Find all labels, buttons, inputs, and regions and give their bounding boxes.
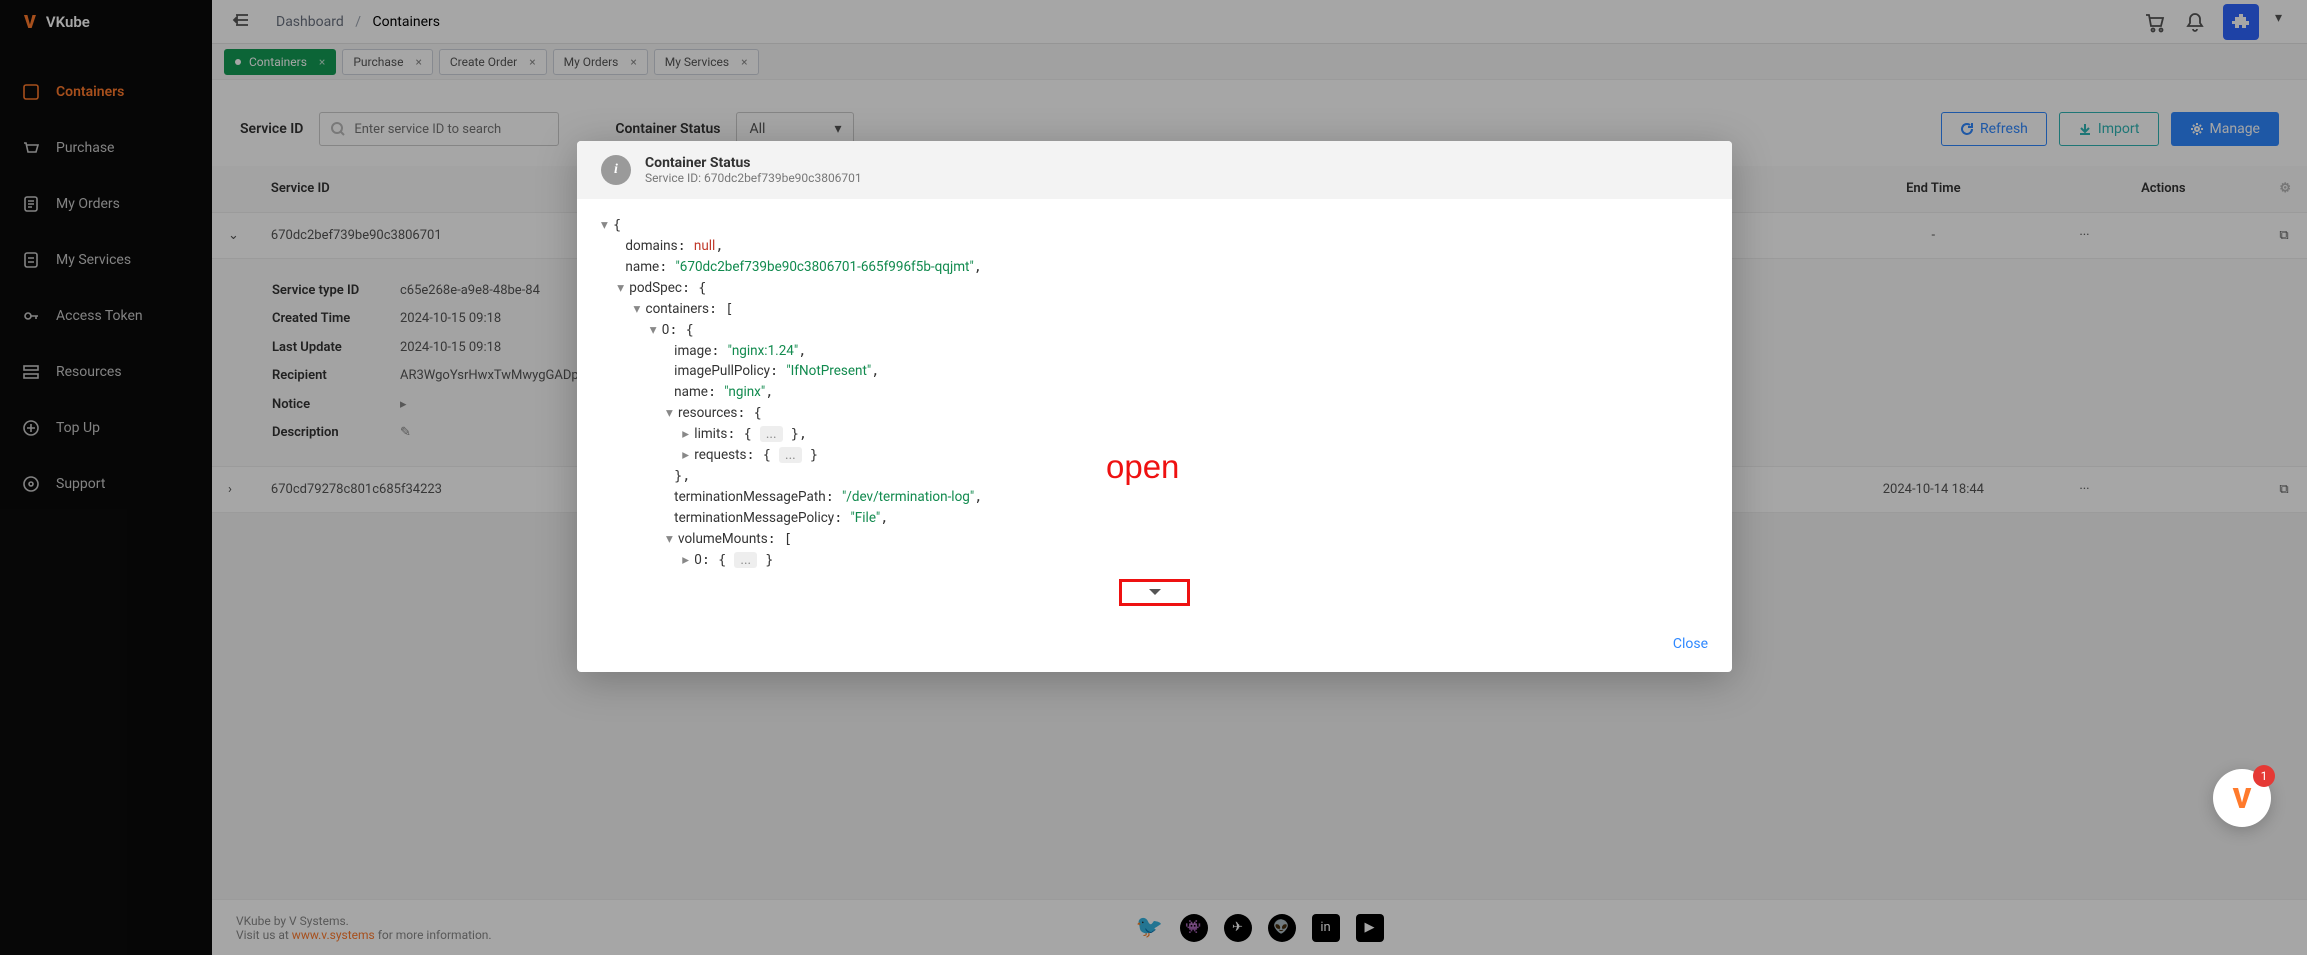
help-fab-badge: 1 (2253, 765, 2275, 787)
modal-subtitle: Service ID: 670dc2bef739be90c3806701 (645, 171, 862, 185)
container-status-modal: i Container Status Service ID: 670dc2bef… (577, 141, 1732, 672)
help-fab[interactable]: V 1 (2213, 769, 2271, 827)
help-fab-icon: V (2233, 782, 2252, 815)
modal-body: ▾{ domains: null, name: "670dc2bef739be9… (577, 199, 1732, 577)
modal-header: i Container Status Service ID: 670dc2bef… (577, 141, 1732, 199)
info-icon: i (601, 155, 631, 185)
json-viewer[interactable]: ▾{ domains: null, name: "670dc2bef739be9… (601, 215, 1708, 571)
modal-footer: Close (577, 636, 1732, 672)
annotation-open: open (1106, 448, 1179, 486)
modal-title: Container Status (645, 155, 862, 171)
modal-close-button[interactable]: Close (1673, 636, 1708, 652)
json-expand-button[interactable] (1119, 579, 1190, 606)
